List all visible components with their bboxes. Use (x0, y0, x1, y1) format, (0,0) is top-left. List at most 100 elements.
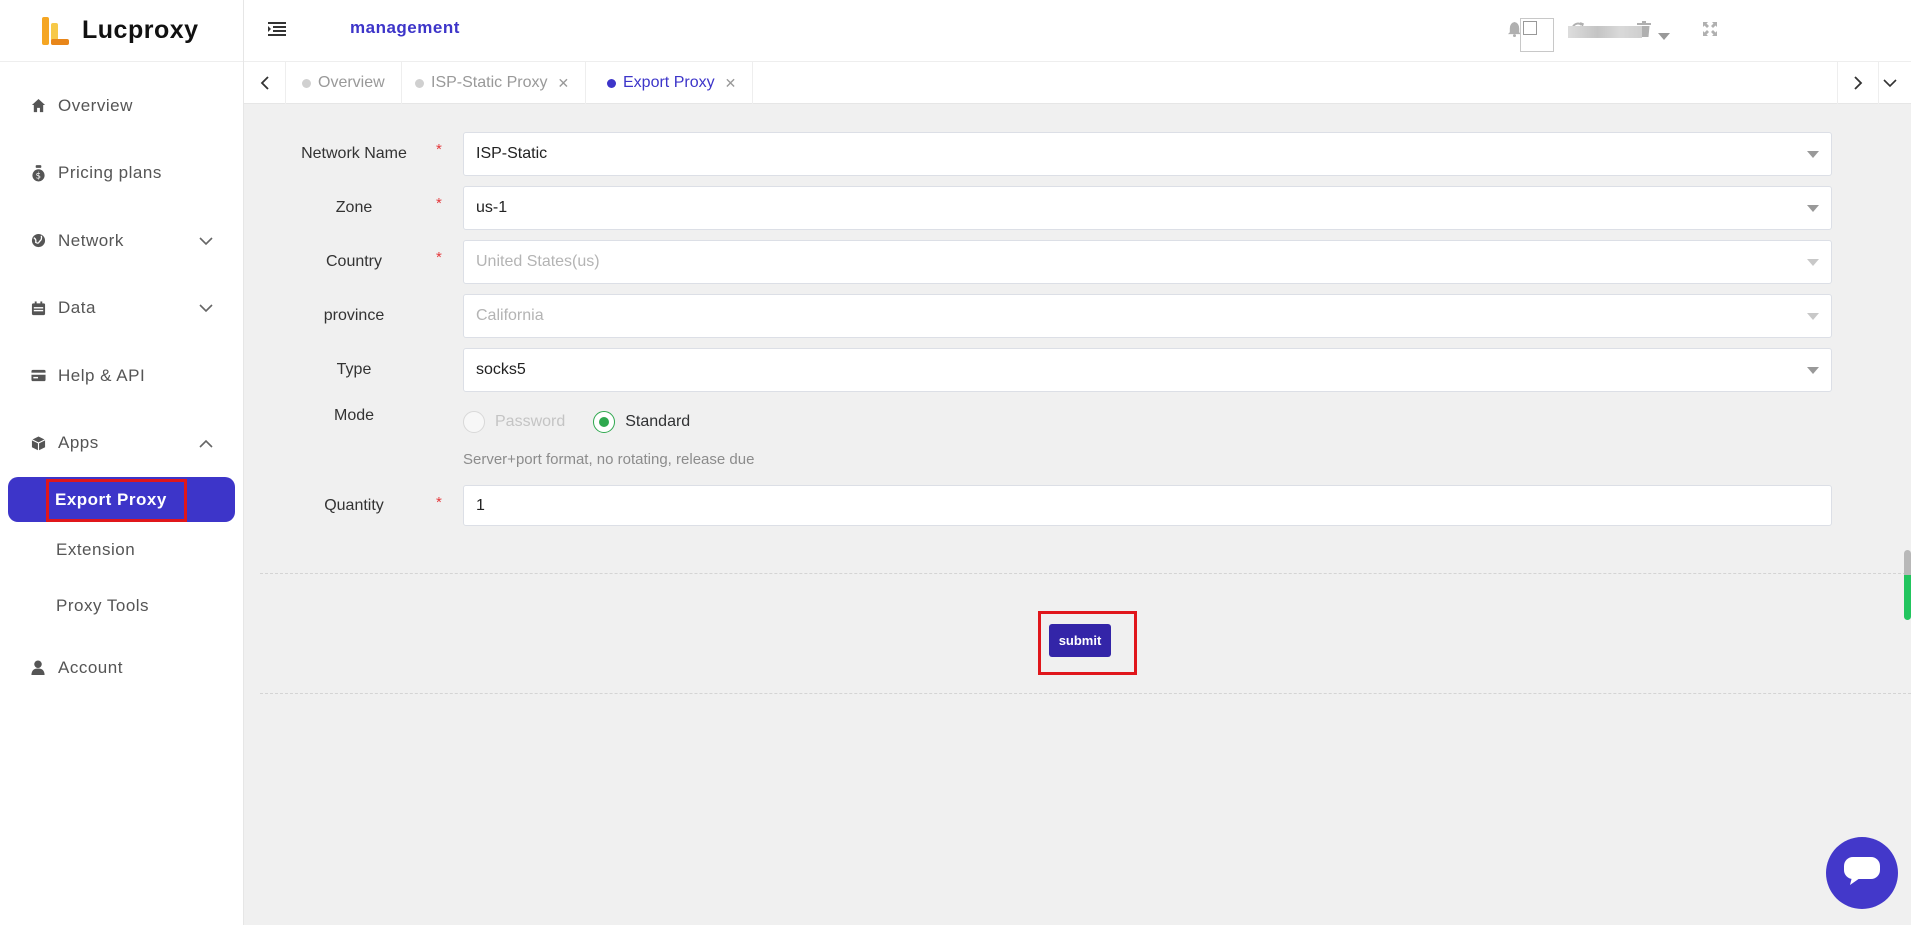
highlight-box (1038, 611, 1137, 675)
cube-icon (30, 435, 46, 451)
country-value: United States(us) (476, 253, 600, 270)
form-row-country: Country * United States(us) (260, 240, 1832, 284)
chevron-down-icon (199, 231, 213, 251)
divider (260, 693, 1911, 694)
close-icon[interactable]: ✕ (725, 75, 737, 92)
country-select[interactable]: United States(us) (463, 240, 1832, 284)
sidebar: Lucproxy Overview $ Pricing plans Networ… (0, 0, 244, 925)
radio-circle (593, 411, 616, 433)
required-mark: * (436, 494, 442, 511)
type-label: Type (336, 361, 372, 378)
sidebar-item-account[interactable]: Account (0, 634, 243, 702)
mode-radio-password[interactable]: Password (463, 411, 565, 433)
globe-icon (30, 233, 46, 249)
sidebar-item-pricing-plans[interactable]: $ Pricing plans (0, 140, 243, 208)
tab-export-proxy[interactable]: Export Proxy ✕ (591, 62, 754, 104)
caret-down-icon (1807, 205, 1819, 212)
form-row-province: province California (260, 294, 1832, 338)
form-row-mode: Mode Password Standard (260, 400, 1832, 444)
svg-text:$: $ (35, 170, 41, 180)
page-title: management (350, 18, 460, 37)
zone-select[interactable]: us-1 (463, 186, 1832, 230)
brand-logo[interactable]: Lucproxy (0, 0, 243, 62)
scrollbar-thumb[interactable] (1904, 550, 1911, 620)
type-value: socks5 (476, 361, 526, 378)
required-mark: * (436, 249, 442, 266)
caret-down-icon[interactable] (1658, 28, 1670, 46)
province-label: province (323, 307, 385, 324)
network-name-label: Network Name (301, 145, 407, 162)
chat-bubble-icon (1844, 856, 1880, 890)
tab-dot (302, 78, 311, 88)
tab-overview[interactable]: Overview (286, 62, 402, 104)
radio-label: Password (495, 413, 566, 430)
zone-value: us-1 (476, 199, 508, 216)
network-name-select[interactable]: ISP-Static (463, 132, 1832, 176)
divider (260, 573, 1911, 574)
sidebar-item-label: Network (58, 230, 124, 250)
sidebar-item-data[interactable]: Data (0, 275, 243, 343)
quantity-label: Quantity (324, 497, 384, 514)
required-mark: * (436, 141, 442, 158)
tab-dot (415, 78, 424, 88)
menu-toggle-icon[interactable] (268, 22, 286, 41)
sidebar-item-label: Help & API (58, 365, 146, 385)
province-select[interactable]: California (463, 294, 1832, 338)
logo-icon (40, 15, 70, 47)
network-name-value: ISP-Static (476, 145, 548, 162)
caret-down-icon (1807, 313, 1819, 320)
sidebar-item-label: Pricing plans (58, 163, 162, 183)
broken-image-icon (1523, 21, 1537, 35)
sidebar-item-label: Account (58, 657, 123, 677)
sidebar-subitem-proxy-tools[interactable]: Proxy Tools (0, 578, 243, 634)
sidebar-item-help-api[interactable]: Help & API (0, 342, 243, 410)
tab-label: ISP-Static Proxy (431, 74, 548, 91)
sidebar-item-network[interactable]: Network (0, 207, 243, 275)
form-row-quantity: Quantity * 1 (260, 485, 1832, 526)
sidebar-item-overview[interactable]: Overview (0, 72, 243, 140)
fullscreen-icon[interactable] (1701, 20, 1719, 38)
caret-down-icon (1807, 259, 1819, 266)
sidebar-menu: Overview $ Pricing plans Network Data He… (0, 62, 243, 702)
sidebar-item-label: Overview (58, 95, 133, 115)
avatar[interactable] (1520, 18, 1554, 52)
chevron-up-icon (199, 433, 213, 453)
quantity-input[interactable]: 1 (463, 485, 1832, 526)
home-icon (30, 98, 46, 114)
tabs-menu-chevron-down-icon[interactable] (1869, 62, 1911, 104)
sidebar-subitem-export-proxy[interactable]: Export Proxy (8, 477, 235, 522)
sidebar-item-label: Data (58, 298, 96, 318)
card-icon (30, 368, 46, 384)
chat-button[interactable] (1826, 837, 1898, 909)
user-icon (30, 660, 46, 676)
top-header: management (244, 0, 1911, 62)
mode-hint: Server+port format, no rotating, release… (463, 451, 755, 468)
tab-label: Export Proxy (623, 74, 715, 91)
sidebar-item-apps[interactable]: Apps (0, 410, 243, 478)
sidebar-subitem-label: Proxy Tools (56, 596, 150, 615)
province-value: California (476, 307, 544, 324)
sidebar-subitem-extension[interactable]: Extension (0, 522, 243, 578)
close-icon[interactable]: ✕ (557, 75, 569, 92)
tab-label: Overview (318, 74, 385, 91)
caret-down-icon (1807, 367, 1819, 374)
required-mark: * (436, 195, 442, 212)
mode-label: Mode (333, 407, 375, 424)
chevron-down-icon (199, 298, 213, 318)
type-select[interactable]: socks5 (463, 348, 1832, 392)
sidebar-item-label: Apps (58, 433, 99, 453)
quantity-value: 1 (476, 497, 485, 514)
form-row-zone: Zone * us-1 (260, 186, 1832, 230)
money-bag-icon: $ (30, 164, 46, 182)
tabs-scroll-left-icon[interactable] (244, 62, 286, 104)
sidebar-subitem-label: Extension (56, 540, 136, 559)
tab-isp-static-proxy[interactable]: ISP-Static Proxy ✕ (399, 62, 587, 104)
country-label: Country (325, 253, 383, 270)
zone-label: Zone (335, 199, 373, 216)
mode-radio-group: Password Standard (463, 400, 718, 444)
brand-name: Lucproxy (82, 16, 199, 44)
tab-dot (607, 78, 616, 88)
username-redacted (1568, 26, 1642, 38)
mode-radio-standard[interactable]: Standard (593, 411, 690, 433)
calendar-icon (30, 300, 46, 316)
